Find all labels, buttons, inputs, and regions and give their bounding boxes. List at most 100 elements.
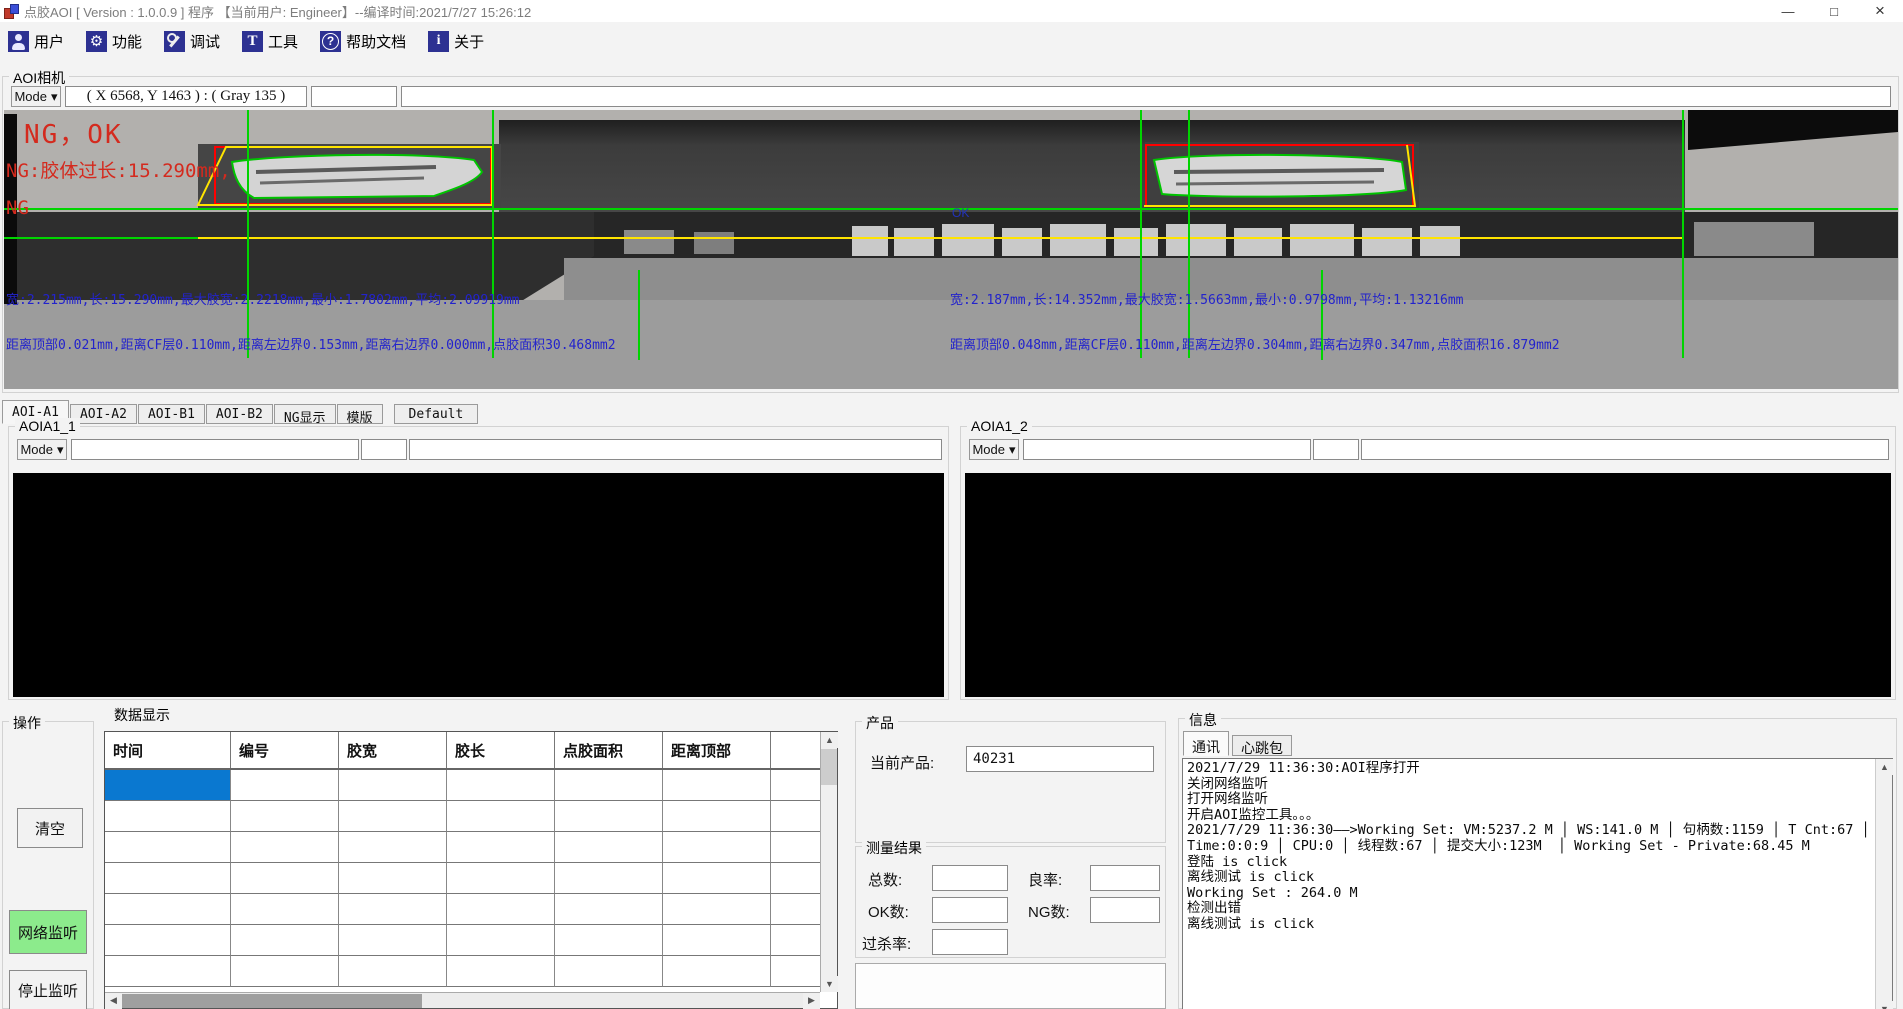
aoia1-2-image-canvas[interactable] — [965, 473, 1891, 697]
table-cell[interactable] — [771, 770, 821, 801]
table-horizontal-scrollbar[interactable]: ◀ ▶ — [105, 992, 820, 1008]
table-cell[interactable] — [447, 863, 555, 894]
table-cell[interactable] — [231, 925, 339, 956]
table-cell[interactable] — [105, 956, 231, 987]
table-cell[interactable] — [555, 770, 663, 801]
camera-mode-dropdown[interactable]: Mode▾ — [11, 86, 61, 107]
table-cell[interactable] — [105, 894, 231, 925]
tab-default[interactable]: Default — [394, 404, 479, 424]
tab-aoi-b2[interactable]: AOI-B2 — [206, 404, 273, 424]
yield-rate-field[interactable] — [1090, 865, 1160, 891]
scroll-left-icon[interactable]: ◀ — [105, 993, 122, 1009]
aoia1-2-field-2[interactable] — [1313, 439, 1359, 460]
table-cell[interactable] — [105, 863, 231, 894]
table-cell[interactable] — [447, 770, 555, 801]
tab-communication[interactable]: 通讯 — [1183, 731, 1229, 756]
table-row[interactable] — [105, 770, 837, 801]
table-cell[interactable] — [663, 894, 771, 925]
table-row[interactable] — [105, 801, 837, 832]
scroll-up-icon[interactable]: ▲ — [821, 732, 838, 748]
camera-field-wide[interactable] — [401, 86, 1891, 107]
aoia1-1-field-3[interactable] — [409, 439, 942, 460]
scroll-up-icon[interactable]: ▲ — [1876, 759, 1893, 775]
column-header-top-distance[interactable]: 距离顶部 — [663, 732, 771, 768]
network-listen-button[interactable]: 网络监听 — [9, 910, 87, 954]
table-cell[interactable] — [555, 863, 663, 894]
table-cell[interactable] — [555, 956, 663, 987]
maximize-button[interactable]: □ — [1811, 0, 1857, 22]
table-cell[interactable] — [447, 894, 555, 925]
table-cell[interactable] — [555, 832, 663, 863]
table-cell[interactable] — [771, 832, 821, 863]
minimize-button[interactable]: — — [1765, 0, 1811, 22]
camera-field-small[interactable] — [311, 86, 397, 107]
table-row[interactable] — [105, 925, 837, 956]
close-button[interactable]: × — [1857, 0, 1903, 22]
aoia1-1-image-canvas[interactable] — [13, 473, 944, 697]
total-count-field[interactable] — [932, 865, 1008, 891]
table-cell[interactable] — [231, 894, 339, 925]
table-cell[interactable] — [339, 863, 447, 894]
table-cell[interactable] — [663, 956, 771, 987]
scroll-right-icon[interactable]: ▶ — [803, 993, 820, 1009]
selected-table-cell[interactable] — [105, 770, 231, 801]
clear-button[interactable]: 清空 — [17, 808, 83, 848]
table-cell[interactable] — [771, 863, 821, 894]
table-vertical-scrollbar[interactable]: ▲ ▼ — [820, 732, 837, 992]
table-cell[interactable] — [555, 894, 663, 925]
table-cell[interactable] — [663, 832, 771, 863]
table-cell[interactable] — [231, 956, 339, 987]
aoia1-2-mode-dropdown[interactable]: Mode▾ — [969, 439, 1019, 460]
table-cell[interactable] — [339, 956, 447, 987]
tab-template[interactable]: 模版 — [337, 404, 383, 424]
table-cell[interactable] — [447, 832, 555, 863]
table-cell[interactable] — [555, 801, 663, 832]
aoia1-1-field-2[interactable] — [361, 439, 407, 460]
log-scrollbar[interactable]: ▲ ▼ — [1875, 759, 1892, 1009]
table-cell[interactable] — [663, 863, 771, 894]
table-cell[interactable] — [663, 925, 771, 956]
aoia1-1-mode-dropdown[interactable]: Mode▾ — [17, 439, 67, 460]
scroll-down-icon[interactable]: ▼ — [1876, 1001, 1893, 1009]
table-cell[interactable] — [771, 894, 821, 925]
table-cell[interactable] — [339, 925, 447, 956]
toolbar-item-tools[interactable]: T 工具 — [242, 31, 298, 52]
scroll-down-icon[interactable]: ▼ — [821, 976, 838, 992]
aoia1-2-field-1[interactable] — [1023, 439, 1311, 460]
camera-image-view[interactable]: NG，OK NG:胶体过长:15.290mm, NG OK 宽:2.215mm,… — [4, 110, 1898, 389]
table-row[interactable] — [105, 956, 837, 987]
toolbar-item-user[interactable]: 用户 — [8, 31, 64, 52]
table-cell[interactable] — [231, 863, 339, 894]
table-cell[interactable] — [555, 925, 663, 956]
toolbar-item-help[interactable]: ? 帮助文档 — [320, 31, 406, 52]
table-row[interactable] — [105, 832, 837, 863]
ng-count-field[interactable] — [1090, 897, 1160, 923]
table-row[interactable] — [105, 894, 837, 925]
table-cell[interactable] — [663, 801, 771, 832]
horizontal-scroll-thumb[interactable] — [122, 994, 422, 1008]
overkill-rate-field[interactable] — [932, 929, 1008, 955]
table-cell[interactable] — [447, 956, 555, 987]
table-cell[interactable] — [105, 832, 231, 863]
column-header-width[interactable]: 胶宽 — [339, 732, 447, 768]
aoia1-1-field-1[interactable] — [71, 439, 359, 460]
toolbar-item-about[interactable]: i 关于 — [428, 31, 484, 52]
column-header-id[interactable]: 编号 — [231, 732, 339, 768]
table-cell[interactable] — [231, 832, 339, 863]
table-cell[interactable] — [339, 894, 447, 925]
current-product-field[interactable]: 40231 — [966, 746, 1154, 772]
toolbar-item-functions[interactable]: ⚙ 功能 — [86, 31, 142, 52]
tab-aoi-a2[interactable]: AOI-A2 — [70, 404, 137, 424]
table-cell[interactable] — [771, 956, 821, 987]
column-header-time[interactable]: 时间 — [105, 732, 231, 768]
table-cell[interactable] — [231, 801, 339, 832]
column-header-length[interactable]: 胶长 — [447, 732, 555, 768]
table-row[interactable] — [105, 863, 837, 894]
table-cell[interactable] — [447, 925, 555, 956]
aoia1-2-field-3[interactable] — [1361, 439, 1889, 460]
table-cell[interactable] — [105, 801, 231, 832]
tab-aoi-b1[interactable]: AOI-B1 — [138, 404, 205, 424]
table-cell[interactable] — [771, 801, 821, 832]
table-cell[interactable] — [771, 925, 821, 956]
table-cell[interactable] — [339, 801, 447, 832]
